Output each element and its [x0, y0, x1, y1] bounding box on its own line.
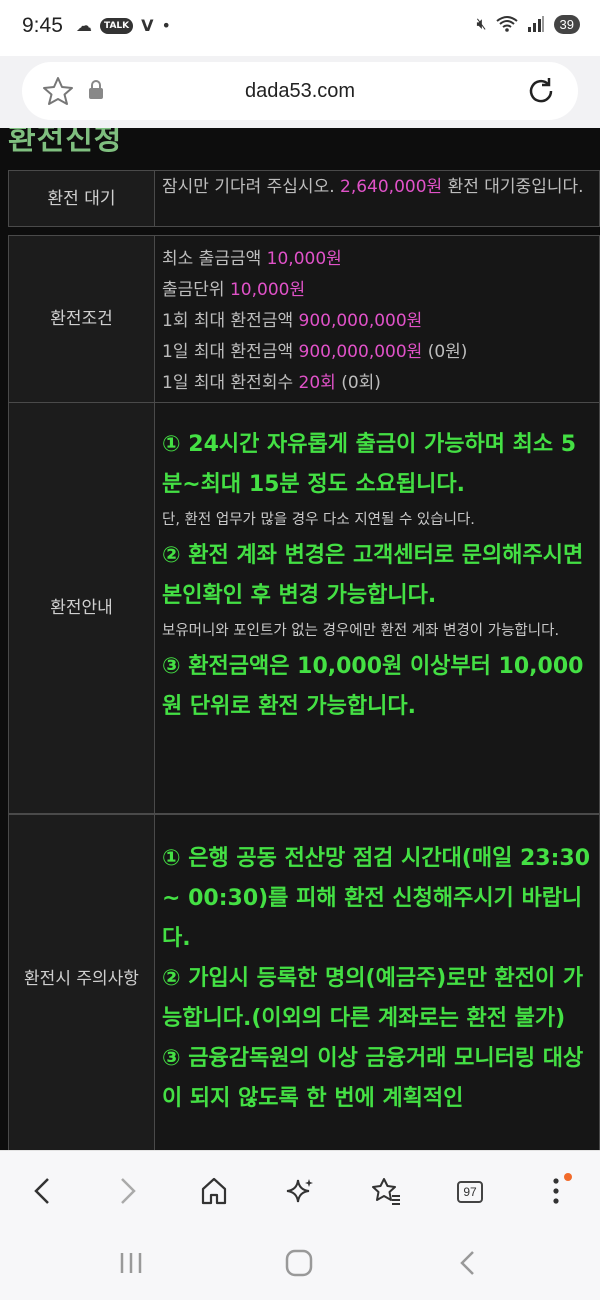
kakaotalk-icon: TALK: [100, 18, 134, 34]
v-app-icon: V: [141, 16, 154, 35]
wait-amount: 2,640,000원: [340, 177, 443, 197]
more-vertical-icon: [553, 1178, 559, 1204]
forward-button[interactable]: [108, 1171, 148, 1211]
tab-count: 97: [457, 1181, 483, 1203]
browser-address-area: dada53.com: [0, 56, 600, 128]
wait-suffix: 환전 대기중입니다.: [442, 177, 584, 197]
address-bar[interactable]: dada53.com: [22, 62, 578, 120]
guide-item-2: ② 환전 계좌 변경은 고객센터로 문의해주시면 본인확인 후 변경 가능합니다…: [162, 543, 584, 608]
row-label: 환전안내: [9, 403, 155, 813]
guide-note-1: 단, 환전 업무가 많을 경우 다소 지연될 수 있습니다.: [162, 512, 475, 528]
condition-line: 최소 출금금액 10,000원: [162, 249, 342, 269]
home-button[interactable]: [194, 1171, 234, 1211]
back-button[interactable]: [22, 1171, 62, 1211]
row-content: ① 은행 공동 전산망 점검 시간대(매일 23:30 ~ 00:30)를 피해…: [156, 815, 599, 1150]
row-wait: 환전 대기 잠시만 기다려 주십시오. 2,640,000원 환전 대기중입니다…: [8, 170, 600, 227]
row-content: 최소 출금금액 10,000원 출금단위 10,000원 1회 최대 환전금액 …: [156, 236, 599, 402]
wait-prefix: 잠시만 기다려 주십시오.: [162, 177, 341, 197]
condition-line: 1일 최대 환전회수 20회 (0회): [162, 373, 381, 393]
home-icon: [201, 1177, 227, 1205]
chevron-left-icon: [34, 1178, 49, 1204]
tabs-button[interactable]: 97: [450, 1171, 490, 1211]
row-label: 환전시 주의사항: [9, 815, 155, 1150]
battery-indicator: 39: [553, 14, 580, 34]
ai-assist-button[interactable]: [280, 1171, 320, 1211]
system-icons: 🔇︎ 39: [476, 14, 580, 34]
row-label: 환전 대기: [9, 171, 155, 226]
caution-item-2: ② 가입시 등록한 명의(예금주)로만 환전이 가능합니다.(이외의 다른 계좌…: [162, 966, 584, 1031]
signal-icon: [527, 16, 544, 32]
notification-icons: ☁ TALK V •: [76, 16, 171, 36]
status-bar: 9:45 ☁ TALK V • 🔇︎ 39: [0, 0, 600, 56]
cloud-icon: ☁: [76, 16, 92, 35]
mute-icon: 🔇︎: [476, 14, 487, 33]
home-nav-icon[interactable]: [284, 1248, 314, 1278]
chevron-right-icon: [121, 1178, 136, 1204]
row-guide: 환전안내 ① 24시간 자유롭게 출금이 가능하며 최소 5분~최대 15분 정…: [8, 402, 600, 814]
condition-line: 출금단위 10,000원: [162, 280, 306, 300]
back-nav-icon[interactable]: [456, 1248, 478, 1278]
row-content: 잠시만 기다려 주십시오. 2,640,000원 환전 대기중입니다.: [156, 171, 599, 226]
row-caution: 환전시 주의사항 ① 은행 공동 전산망 점검 시간대(매일 23:30 ~ 0…: [8, 814, 600, 1150]
wifi-icon: [495, 16, 518, 32]
notification-dot: [564, 1173, 572, 1181]
recent-apps-icon[interactable]: [118, 1250, 144, 1276]
caution-item-3: ③ 금융감독원의 이상 금융거래 모니터링 대상이 되지 않도록 한 번에 계획…: [162, 1046, 584, 1111]
row-content: ① 24시간 자유롭게 출금이 가능하며 최소 5분~최대 15분 정도 소요됩…: [156, 403, 599, 813]
reload-icon[interactable]: [526, 76, 556, 106]
system-nav-bar: [0, 1228, 600, 1300]
url-text[interactable]: dada53.com: [22, 80, 578, 103]
guide-item-3: ③ 환전금액은 10,000원 이상부터 10,000원 단위로 환전 가능합니…: [162, 654, 584, 719]
guide-note-2: 보유머니와 포인트가 없는 경우에만 환전 계좌 변경이 가능합니다.: [162, 623, 560, 639]
page-title: 환전신청: [8, 128, 123, 157]
bookmarks-button[interactable]: [366, 1171, 406, 1211]
caution-item-1: ① 은행 공동 전산망 점검 시간대(매일 23:30 ~ 00:30)를 피해…: [162, 846, 591, 951]
condition-line: 1회 최대 환전금액 900,000,000원: [162, 311, 423, 331]
status-time: 9:45: [22, 14, 63, 37]
sparkle-icon: [286, 1179, 313, 1203]
condition-line: 1일 최대 환전금액 900,000,000원 (0원): [162, 342, 468, 362]
menu-button[interactable]: [536, 1171, 576, 1211]
dot-icon: •: [161, 16, 171, 35]
page-content: 환전신청 환전 대기 잠시만 기다려 주십시오. 2,640,000원 환전 대…: [0, 128, 600, 1150]
browser-toolbar: 97: [0, 1150, 600, 1228]
star-list-icon: [372, 1178, 400, 1205]
row-label: 환전조건: [9, 236, 155, 402]
guide-item-1: ① 24시간 자유롭게 출금이 가능하며 최소 5분~최대 15분 정도 소요됩…: [162, 432, 577, 497]
row-conditions: 환전조건 최소 출금금액 10,000원 출금단위 10,000원 1회 최대 …: [8, 235, 600, 403]
